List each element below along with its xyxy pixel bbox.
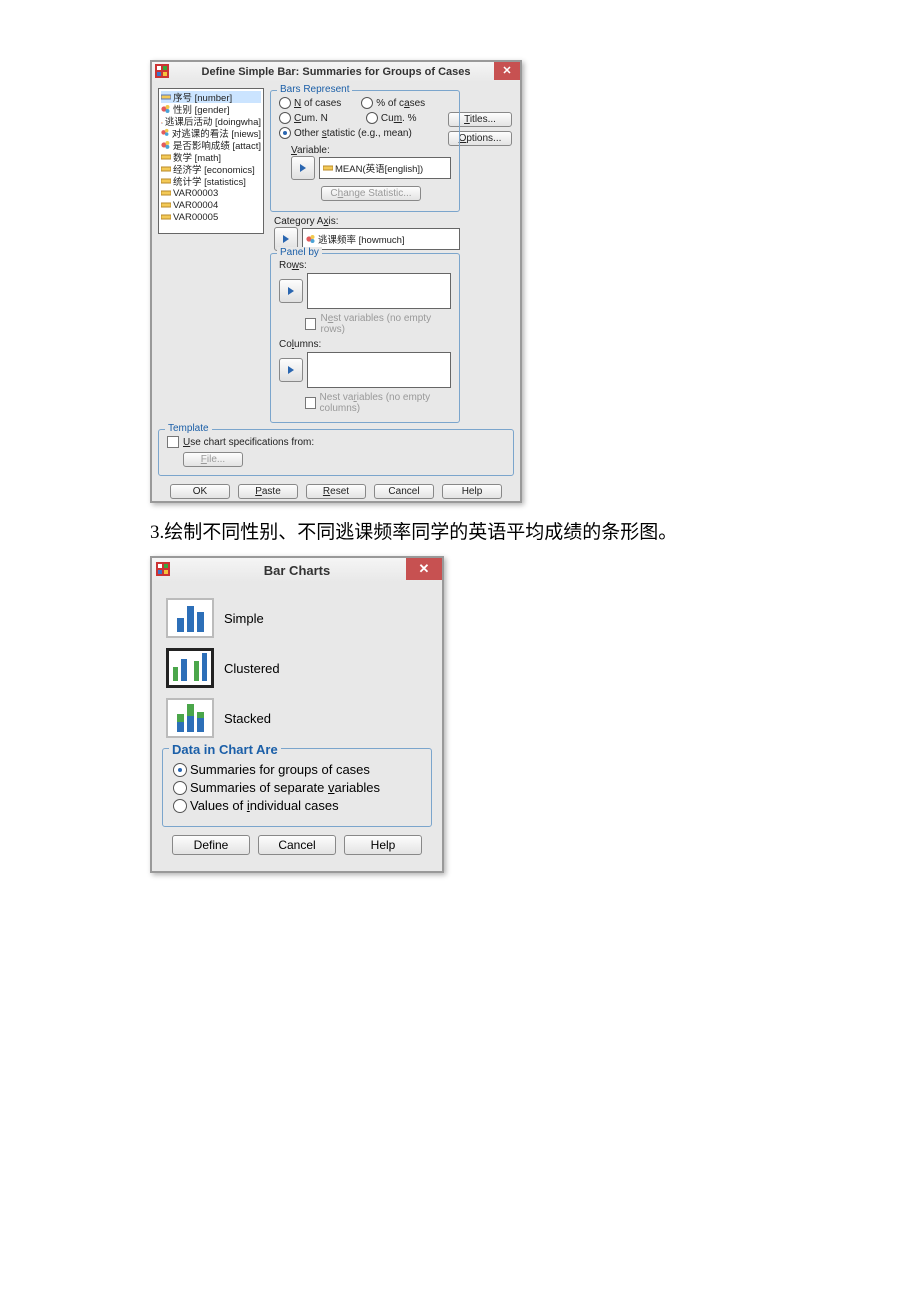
variable-list[interactable]: 序号 [number] 性别 [gender] 逃课后活动 [doingwha]… xyxy=(158,88,264,234)
close-button[interactable]: ✕ xyxy=(494,62,520,80)
caption-text: 3.绘制不同性别、不同逃课频率同学的英语平均成绩的条形图。 xyxy=(150,517,840,544)
clustered-bar-icon xyxy=(166,648,214,688)
cancel-button[interactable]: Cancel xyxy=(374,484,434,499)
dialog-titlebar: Define Simple Bar: Summaries for Groups … xyxy=(152,62,520,82)
panel-by-legend: Panel by xyxy=(277,247,322,258)
cancel-button[interactable]: Cancel xyxy=(258,835,336,855)
chart-type-label: Clustered xyxy=(224,661,280,676)
nominal-icon xyxy=(161,104,171,114)
template-group: Template Use chart specifications from: … xyxy=(158,429,514,476)
summaries-variables-radio[interactable]: Summaries of separate variables xyxy=(173,780,421,795)
category-axis-slot[interactable]: 逃课频率 [howmuch] xyxy=(302,228,460,250)
use-chart-label: Use chart specifications from: xyxy=(183,437,314,448)
n-of-cases-radio[interactable]: N of cases xyxy=(279,97,341,109)
variable-slot[interactable]: MEAN(英语[english]) xyxy=(319,157,451,179)
options-label: ptions... xyxy=(466,133,501,144)
bar-charts-dialog: Bar Charts ✕ Simple Clustered xyxy=(150,556,444,873)
bars-represent-legend: Bars Represent xyxy=(277,84,352,95)
move-variable-button[interactable] xyxy=(291,156,315,180)
nest-rows-checkbox[interactable] xyxy=(305,318,316,330)
summaries-groups-radio[interactable]: Summaries for groups of cases xyxy=(173,762,421,777)
cum-n-radio[interactable]: Cum. N xyxy=(279,112,328,124)
data-in-chart-group: Data in Chart Are Summaries for groups o… xyxy=(162,748,432,827)
move-rows-button[interactable] xyxy=(279,279,303,303)
reset-button[interactable]: Reset xyxy=(306,484,366,499)
help-button[interactable]: Help xyxy=(442,484,502,499)
use-chart-checkbox[interactable] xyxy=(167,436,179,448)
radio-label: Summaries for groups of cases xyxy=(190,762,370,777)
list-item-label: 统计学 [statistics] xyxy=(173,174,246,188)
file-button[interactable]: File... xyxy=(183,452,243,467)
radio-label: Values of individual cases xyxy=(190,798,339,813)
rows-slot[interactable] xyxy=(307,273,451,309)
define-bar-dialog: Define Simple Bar: Summaries for Groups … xyxy=(150,60,522,503)
other-statistic-radio[interactable]: Other statistic (e.g., mean) xyxy=(279,127,412,139)
close-button[interactable]: ✕ xyxy=(406,558,442,580)
ruler-icon xyxy=(161,200,171,210)
dialog-titlebar: Bar Charts ✕ xyxy=(152,558,442,582)
stacked-bar-icon xyxy=(166,698,214,738)
list-item-label: VAR00005 xyxy=(173,212,218,223)
titles-label: itles... xyxy=(470,114,496,125)
values-individual-radio[interactable]: Values of individual cases xyxy=(173,798,421,813)
chart-type-label: Simple xyxy=(224,611,264,626)
list-item-label: VAR00004 xyxy=(173,200,218,211)
radio-label: Summaries of separate variables xyxy=(190,780,380,795)
panel-by-group: Panel by Rows: Nest variables (no empty … xyxy=(270,253,460,423)
variable-value: MEAN(英语[english]) xyxy=(335,161,423,175)
ruler-icon xyxy=(161,176,171,186)
simple-bar-icon xyxy=(166,598,214,638)
category-axis-label: Category Axis: xyxy=(274,216,460,227)
rows-label: Rows: xyxy=(279,260,451,271)
chart-type-label: Stacked xyxy=(224,711,271,726)
app-logo-icon xyxy=(156,562,170,579)
nest-cols-checkbox[interactable] xyxy=(305,397,316,409)
define-button[interactable]: Define xyxy=(172,835,250,855)
nominal-icon xyxy=(161,140,171,150)
columns-label: Columns: xyxy=(279,339,451,350)
ruler-icon xyxy=(161,152,171,162)
list-item[interactable]: VAR00004 xyxy=(161,199,261,211)
chart-type-stacked[interactable]: Stacked xyxy=(166,698,428,738)
cum-pct-radio[interactable]: Cum. % xyxy=(366,112,417,124)
ruler-icon xyxy=(161,188,171,198)
nominal-icon xyxy=(161,128,170,138)
list-item[interactable]: VAR00003 xyxy=(161,187,261,199)
paste-button[interactable]: Paste xyxy=(238,484,298,499)
ok-button[interactable]: OK xyxy=(170,484,230,499)
nominal-icon xyxy=(306,234,316,244)
list-item-label: VAR00003 xyxy=(173,188,218,199)
nominal-icon xyxy=(161,116,163,126)
ruler-icon xyxy=(323,163,333,173)
list-item[interactable]: 统计学 [statistics] xyxy=(161,175,261,187)
ruler-icon xyxy=(161,92,171,102)
dialog-title: Define Simple Bar: Summaries for Groups … xyxy=(202,66,471,78)
list-item[interactable]: VAR00005 xyxy=(161,211,261,223)
ruler-icon xyxy=(161,212,171,222)
change-statistic-button[interactable]: Change Statistic... xyxy=(321,186,420,201)
ruler-icon xyxy=(161,164,171,174)
dialog-title: Bar Charts xyxy=(264,563,330,578)
pct-of-cases-radio[interactable]: % of cases xyxy=(361,97,425,109)
variable-label: Variable: xyxy=(291,145,451,156)
columns-slot[interactable] xyxy=(307,352,451,388)
template-legend: Template xyxy=(165,423,212,434)
help-button[interactable]: Help xyxy=(344,835,422,855)
bars-represent-group: Bars Represent N of cases % of cases Cum… xyxy=(270,90,460,212)
data-in-chart-legend: Data in Chart Are xyxy=(169,742,281,757)
app-logo-icon xyxy=(155,64,169,78)
chart-type-simple[interactable]: Simple xyxy=(166,598,428,638)
chart-type-clustered[interactable]: Clustered xyxy=(166,648,428,688)
nest-cols-label: Nest variables (no empty columns) xyxy=(320,392,451,414)
category-axis-value: 逃课频率 [howmuch] xyxy=(318,232,405,246)
nest-rows-label: Nest variables (no empty rows) xyxy=(320,313,451,335)
move-columns-button[interactable] xyxy=(279,358,303,382)
